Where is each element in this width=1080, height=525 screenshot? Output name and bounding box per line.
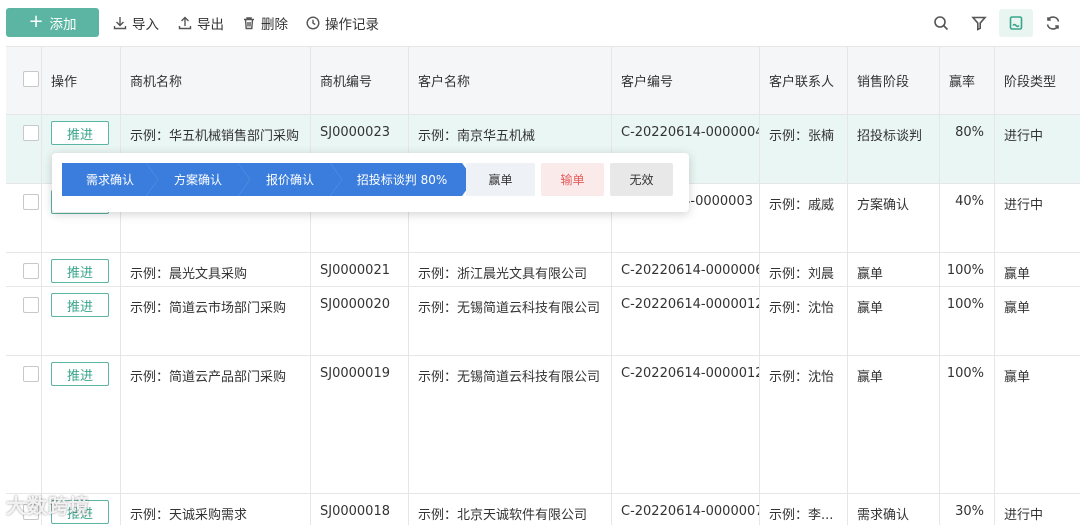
trash-icon: [244, 17, 254, 30]
customer-code: C-20220614-0000007: [612, 494, 760, 525]
stage-type: 赢单: [1004, 370, 1031, 385]
opportunity-name: 示例：简道云产品部门采购: [121, 356, 311, 493]
win-rate: 100%: [940, 287, 995, 355]
stage-lose-button[interactable]: 输单: [541, 163, 604, 196]
upload-icon: [178, 16, 192, 30]
stage-progress-popover: 需求确认 方案确认 报价确认 招投标谈判 80% 赢单 输单 无效: [52, 153, 689, 212]
col-contact[interactable]: 客户联系人: [760, 47, 848, 114]
opportunity-name: 示例：天诚采购需求: [121, 494, 311, 525]
stage-type: 进行中: [1004, 129, 1044, 144]
sales-stage: 需求确认: [848, 494, 940, 525]
import-label: 导入: [132, 17, 159, 33]
clock-icon: [306, 16, 320, 30]
table-row[interactable]: 推进 示例：简道云产品部门采购 SJ0000019 示例：无锡简道云科技有限公司…: [6, 356, 1080, 494]
table-row[interactable]: 推进 示例：晨光文具采购 SJ0000021 示例：浙江晨光文具有限公司 C-2…: [6, 253, 1080, 287]
push-button[interactable]: 推进: [51, 362, 109, 386]
opportunity-name: 示例：简道云市场部门采购: [121, 287, 311, 355]
opportunity-code: SJ0000018: [311, 494, 409, 525]
sales-stage: 赢单: [848, 356, 940, 493]
contact: 示例：戚威: [760, 184, 848, 252]
customer-name: 示例：无锡简道云科技有限公司: [409, 287, 612, 355]
export-button[interactable]: 导出: [178, 13, 224, 33]
row-checkbox[interactable]: [23, 125, 39, 141]
push-button[interactable]: 推进: [51, 259, 109, 283]
opportunity-code: SJ0000021: [311, 253, 409, 286]
add-label: 添加: [49, 16, 77, 33]
col-sales-stage[interactable]: 销售阶段: [848, 47, 940, 114]
customer-name: 示例：无锡简道云科技有限公司: [409, 356, 612, 493]
toolbar: + 添加 导入 导出 删除 操作记录: [0, 0, 1080, 46]
customer-code: C-20220614-0000006: [612, 253, 760, 286]
row-checkbox[interactable]: [23, 366, 39, 382]
col-opportunity-name[interactable]: 商机名称: [121, 47, 311, 114]
log-label: 操作记录: [325, 17, 379, 33]
header-checkbox-cell: [6, 47, 42, 114]
export-label: 导出: [197, 17, 224, 33]
opportunity-table: 操作 商机名称 商机编号 客户名称 客户编号 客户联系人 销售阶段 赢率 阶段类…: [6, 46, 1080, 525]
table-row[interactable]: 推进 示例：简道云市场部门采购 SJ0000020 示例：无锡简道云科技有限公司…: [6, 287, 1080, 356]
stage-void-button[interactable]: 无效: [610, 163, 673, 196]
contact: 示例：刘晨: [760, 253, 848, 286]
stage-type: 赢单: [1004, 267, 1031, 282]
col-opportunity-code[interactable]: 商机编号: [311, 47, 409, 114]
table-row[interactable]: 推进 示例：天诚采购需求 SJ0000018 示例：北京天诚软件有限公司 C-2…: [6, 494, 1080, 525]
win-rate: 40%: [940, 184, 995, 252]
refresh-icon[interactable]: [1042, 12, 1064, 34]
row-checkbox[interactable]: [23, 194, 39, 210]
win-rate: 100%: [940, 253, 995, 286]
push-button[interactable]: 推进: [51, 293, 109, 317]
import-button[interactable]: 导入: [113, 13, 159, 33]
col-stage-type[interactable]: 阶段类型: [995, 47, 1080, 114]
win-rate: 30%: [940, 494, 995, 525]
stage-type: 赢单: [1004, 301, 1031, 316]
col-action: 操作: [42, 47, 121, 114]
col-customer-code[interactable]: 客户编号: [612, 47, 760, 114]
delete-button[interactable]: 删除: [242, 13, 288, 33]
sales-stage: 赢单: [848, 253, 940, 286]
delete-label: 删除: [261, 17, 288, 33]
contact: 示例：沈怡: [760, 356, 848, 493]
stage-type: 进行中: [1004, 198, 1044, 213]
win-rate: 100%: [940, 356, 995, 493]
operation-log-button[interactable]: 操作记录: [306, 13, 379, 33]
search-icon[interactable]: [930, 12, 952, 34]
stage-requirement-confirm[interactable]: 需求确认: [62, 163, 158, 196]
push-button[interactable]: 推进: [51, 121, 109, 145]
customer-code: C-20220614-0000012: [612, 356, 760, 493]
opportunity-code: SJ0000019: [311, 356, 409, 493]
stage-quote-confirm[interactable]: 报价确认: [238, 163, 342, 196]
stage-type: 进行中: [1004, 508, 1044, 523]
contact: 示例：沈怡: [760, 287, 848, 355]
customer-code: C-20220614-0000012: [612, 287, 760, 355]
select-all-checkbox[interactable]: [23, 71, 39, 87]
stage-solution-confirm[interactable]: 方案确认: [146, 163, 250, 196]
opportunity-code: SJ0000020: [311, 287, 409, 355]
sales-stage: 赢单: [848, 287, 940, 355]
col-customer-name[interactable]: 客户名称: [409, 47, 612, 114]
row-checkbox[interactable]: [23, 263, 39, 279]
filter-icon[interactable]: [968, 12, 990, 34]
contact: 示例：张楠: [760, 115, 848, 183]
opportunity-name: 示例：晨光文具采购: [121, 253, 311, 286]
col-win-rate[interactable]: 赢率: [940, 47, 995, 114]
view-settings-icon[interactable]: [999, 9, 1033, 37]
customer-name: 示例：浙江晨光文具有限公司: [409, 253, 612, 286]
stage-win-button[interactable]: 赢单: [466, 163, 535, 196]
table-header: 操作 商机名称 商机编号 客户名称 客户编号 客户联系人 销售阶段 赢率 阶段类…: [6, 47, 1080, 115]
plus-icon: +: [28, 10, 44, 32]
download-icon: [113, 17, 127, 30]
win-rate: 80%: [940, 115, 995, 183]
row-checkbox[interactable]: [23, 297, 39, 313]
sales-stage: 方案确认: [848, 184, 940, 252]
sales-stage: 招投标谈判: [848, 115, 940, 183]
watermark: 大数跨境: [6, 494, 90, 518]
contact: 示例：李...: [760, 494, 848, 525]
add-button[interactable]: + 添加: [6, 8, 99, 37]
customer-name: 示例：北京天诚软件有限公司: [409, 494, 612, 525]
stage-bidding-negotiation[interactable]: 招投标谈判 80%: [330, 163, 474, 196]
